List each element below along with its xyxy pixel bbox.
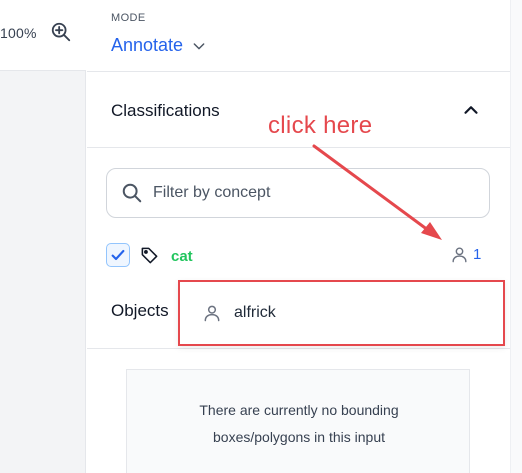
objects-title: Objects bbox=[111, 301, 169, 320]
chevron-up-icon[interactable] bbox=[460, 99, 482, 121]
divider bbox=[87, 147, 510, 148]
classifications-title: Classifications bbox=[111, 101, 220, 120]
annotation-sidebar: MODE Annotate Classifications cat bbox=[87, 0, 510, 473]
user-icon bbox=[204, 305, 220, 322]
check-icon bbox=[111, 249, 125, 261]
mode-label: MODE bbox=[111, 12, 146, 24]
empty-state-line-1: There are currently no bounding bbox=[199, 402, 399, 418]
annotator-popover: alfrick bbox=[178, 280, 505, 346]
scrollbar[interactable] bbox=[510, 0, 522, 473]
annotator-item[interactable]: alfrick bbox=[202, 303, 276, 323]
divider bbox=[87, 71, 510, 72]
concept-row: cat 1 bbox=[106, 243, 482, 269]
annotator-name: alfrick bbox=[234, 304, 276, 321]
chevron-down-icon bbox=[193, 42, 205, 49]
mode-value: Annotate bbox=[111, 35, 184, 55]
concept-filter[interactable] bbox=[106, 168, 490, 218]
filter-input[interactable] bbox=[153, 184, 453, 202]
concept-name[interactable]: cat bbox=[171, 248, 193, 265]
zoom-in-icon[interactable] bbox=[50, 21, 72, 43]
objects-empty-state: There are currently no bounding boxes/po… bbox=[126, 369, 470, 473]
search-icon bbox=[122, 183, 142, 203]
callout-text: click here bbox=[268, 112, 373, 139]
divider bbox=[87, 348, 510, 349]
empty-state-line-2: boxes/polygons in this input bbox=[213, 429, 385, 445]
annotator-count-button[interactable]: 1 bbox=[450, 245, 481, 264]
zoom-toolbar: 100% bbox=[0, 0, 86, 71]
concept-checkbox[interactable] bbox=[106, 243, 130, 267]
empty-state-text: There are currently no bounding boxes/po… bbox=[127, 397, 471, 451]
mode-dropdown[interactable]: Annotate bbox=[111, 35, 207, 56]
user-icon bbox=[452, 247, 467, 263]
tag-icon bbox=[141, 247, 158, 264]
annotator-count: 1 bbox=[473, 246, 482, 263]
zoom-level: 100% bbox=[0, 25, 37, 41]
